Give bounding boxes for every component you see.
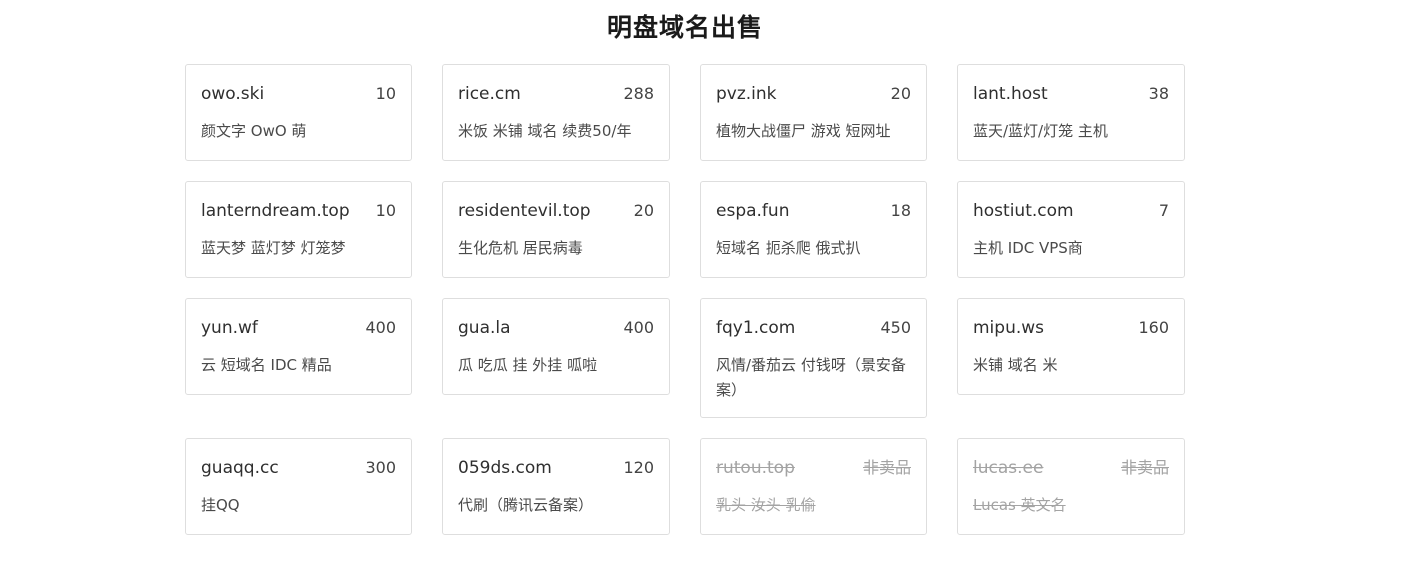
domain-description: 乳头 汝头 乳偷 bbox=[716, 496, 816, 514]
domain-name[interactable]: rice.cm bbox=[458, 82, 521, 106]
card-header: pvz.ink 20 bbox=[716, 82, 911, 106]
domain-card[interactable]: rice.cm 288 米饭 米铺 域名 续费50/年 bbox=[442, 64, 670, 161]
card-header: lucas.ee 非卖品 bbox=[973, 456, 1169, 480]
domain-price: 120 bbox=[623, 458, 654, 477]
domain-price: 非卖品 bbox=[1120, 458, 1169, 477]
domain-description: 代刷（腾讯云备案） bbox=[458, 496, 594, 514]
domain-card[interactable]: hostiut.com 7 主机 IDC VPS商 bbox=[957, 181, 1185, 278]
domain-description: 挂QQ bbox=[201, 496, 240, 514]
domain-description: 主机 IDC VPS商 bbox=[973, 239, 1083, 257]
domain-name[interactable]: guaqq.cc bbox=[201, 456, 279, 480]
card-header: espa.fun 18 bbox=[716, 199, 911, 223]
domain-name[interactable]: owo.ski bbox=[201, 82, 264, 106]
domain-card[interactable]: espa.fun 18 短域名 扼杀爬 俄式扒 bbox=[700, 181, 927, 278]
domain-card[interactable]: owo.ski 10 颜文字 OwO 萌 bbox=[185, 64, 412, 161]
card-header: lant.host 38 bbox=[973, 82, 1169, 106]
domain-description: 瓜 吃瓜 挂 外挂 呱啦 bbox=[458, 356, 598, 374]
domain-name[interactable]: fqy1.com bbox=[716, 316, 795, 340]
domain-card[interactable]: yun.wf 400 云 短域名 IDC 精品 bbox=[185, 298, 412, 395]
card-header: guaqq.cc 300 bbox=[201, 456, 396, 480]
domain-price: 18 bbox=[890, 201, 911, 220]
domain-price: 10 bbox=[375, 84, 396, 103]
domain-name: lucas.ee bbox=[973, 458, 1044, 478]
domain-price: 7 bbox=[1158, 201, 1169, 220]
domain-card[interactable]: 059ds.com 120 代刷（腾讯云备案） bbox=[442, 438, 670, 535]
domain-description: 短域名 扼杀爬 俄式扒 bbox=[716, 239, 861, 257]
domain-card-not-for-sale: rutou.top 非卖品 乳头 汝头 乳偷 bbox=[700, 438, 927, 535]
domain-card[interactable]: pvz.ink 20 植物大战僵尸 游戏 短网址 bbox=[700, 64, 927, 161]
page-title: 明盘域名出售 bbox=[606, 13, 763, 42]
card-header: 059ds.com 120 bbox=[458, 456, 654, 480]
domain-name[interactable]: mipu.ws bbox=[973, 316, 1044, 340]
domain-card[interactable]: gua.la 400 瓜 吃瓜 挂 外挂 呱啦 bbox=[442, 298, 670, 395]
domain-name[interactable]: espa.fun bbox=[716, 199, 789, 223]
card-header: hostiut.com 7 bbox=[973, 199, 1169, 223]
domain-price: 20 bbox=[633, 201, 654, 220]
domain-description: 米饭 米铺 域名 续费50/年 bbox=[458, 122, 632, 140]
domain-name: rutou.top bbox=[716, 458, 795, 478]
domain-name[interactable]: 059ds.com bbox=[458, 456, 552, 480]
domain-price: 38 bbox=[1148, 84, 1169, 103]
domain-card-not-for-sale: lucas.ee 非卖品 Lucas 英文名 bbox=[957, 438, 1185, 535]
card-header: rutou.top 非卖品 bbox=[716, 456, 911, 480]
domain-description: 风情/番茄云 付钱呀（景安备案） bbox=[716, 356, 906, 399]
domain-grid: owo.ski 10 颜文字 OwO 萌 rice.cm 288 米饭 米铺 域… bbox=[185, 64, 1185, 535]
domain-price: 20 bbox=[890, 84, 911, 103]
domain-description: 云 短域名 IDC 精品 bbox=[201, 356, 332, 374]
domain-name[interactable]: hostiut.com bbox=[973, 199, 1074, 223]
domain-description: 蓝天梦 蓝灯梦 灯笼梦 bbox=[201, 239, 346, 257]
domain-description: 生化危机 居民病毒 bbox=[458, 239, 583, 257]
domain-description: 蓝天/蓝灯/灯笼 主机 bbox=[973, 122, 1108, 140]
card-header: lanterndream.top 10 bbox=[201, 199, 396, 223]
card-header: residentevil.top 20 bbox=[458, 199, 654, 223]
domain-name[interactable]: lant.host bbox=[973, 82, 1048, 106]
domain-card[interactable]: guaqq.cc 300 挂QQ bbox=[185, 438, 412, 535]
domain-card[interactable]: lanterndream.top 10 蓝天梦 蓝灯梦 灯笼梦 bbox=[185, 181, 412, 278]
domain-description: Lucas 英文名 bbox=[973, 496, 1066, 514]
domain-name[interactable]: yun.wf bbox=[201, 316, 258, 340]
card-header: mipu.ws 160 bbox=[973, 316, 1169, 340]
domain-price: 非卖品 bbox=[862, 458, 911, 477]
domain-card[interactable]: lant.host 38 蓝天/蓝灯/灯笼 主机 bbox=[957, 64, 1185, 161]
page: 明盘域名出售 owo.ski 10 颜文字 OwO 萌 rice.cm 288 … bbox=[0, 0, 1410, 561]
domain-price: 450 bbox=[880, 318, 911, 337]
domain-description: 颜文字 OwO 萌 bbox=[201, 122, 307, 140]
card-header: fqy1.com 450 bbox=[716, 316, 911, 340]
domain-price: 400 bbox=[623, 318, 654, 337]
domain-price: 10 bbox=[375, 201, 396, 220]
domain-description: 米铺 域名 米 bbox=[973, 356, 1058, 374]
domain-price: 400 bbox=[365, 318, 396, 337]
domain-description: 植物大战僵尸 游戏 短网址 bbox=[716, 122, 891, 140]
card-header: owo.ski 10 bbox=[201, 82, 396, 106]
domain-price: 160 bbox=[1138, 318, 1169, 337]
card-header: yun.wf 400 bbox=[201, 316, 396, 340]
card-header: gua.la 400 bbox=[458, 316, 654, 340]
domain-name[interactable]: gua.la bbox=[458, 316, 511, 340]
domain-price: 288 bbox=[623, 84, 654, 103]
domain-card[interactable]: fqy1.com 450 风情/番茄云 付钱呀（景安备案） bbox=[700, 298, 927, 418]
domain-name[interactable]: pvz.ink bbox=[716, 82, 777, 106]
domain-card[interactable]: residentevil.top 20 生化危机 居民病毒 bbox=[442, 181, 670, 278]
domain-name[interactable]: residentevil.top bbox=[458, 199, 591, 223]
card-header: rice.cm 288 bbox=[458, 82, 654, 106]
domain-price: 300 bbox=[365, 458, 396, 477]
domain-name[interactable]: lanterndream.top bbox=[201, 199, 350, 223]
domain-card[interactable]: mipu.ws 160 米铺 域名 米 bbox=[957, 298, 1185, 395]
